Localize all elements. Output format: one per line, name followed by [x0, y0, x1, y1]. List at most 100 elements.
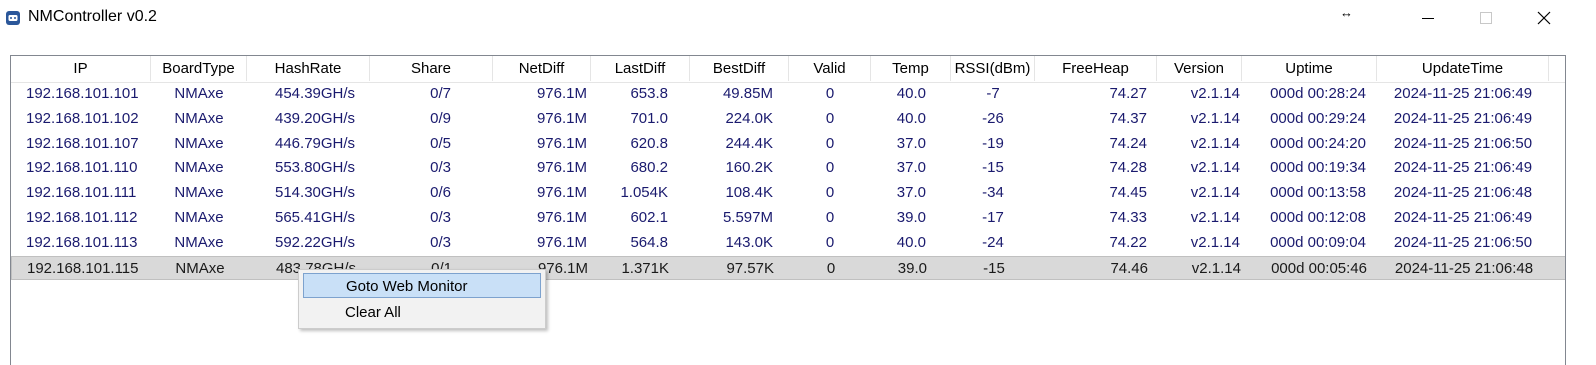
cell-version: v2.1.14: [1190, 184, 1240, 202]
cell-board-type: NMAxe: [174, 85, 224, 102]
cell-temp: 37.0: [896, 184, 926, 202]
title-bar: NMController v0.2 ↔: [0, 0, 1596, 36]
cell-valid: 0: [825, 85, 835, 102]
column-header-free-heap[interactable]: FreeHeap: [1035, 56, 1157, 81]
cell-hash-rate: 446.79GH/s: [275, 134, 356, 152]
cell-update-time: 2024-11-25 21:06:49: [1393, 209, 1533, 226]
cell-temp: 40.0: [896, 109, 926, 127]
cell-rssi: -24: [982, 233, 1004, 251]
cell-best-diff: 49.85M: [722, 85, 773, 102]
cell-valid: 0: [825, 184, 835, 202]
column-header-version[interactable]: Version: [1157, 56, 1242, 81]
cell-temp: 40.0: [896, 233, 926, 251]
cell-update-time: 2024-11-25 21:06:49: [1393, 85, 1533, 102]
cell-update-time: 2024-11-25 21:06:50: [1393, 134, 1533, 152]
cell-best-diff: 224.0K: [725, 109, 773, 127]
cell-valid: 0: [825, 233, 835, 251]
cell-rssi: -19: [982, 134, 1004, 152]
cell-board-type: NMAxe: [174, 209, 224, 226]
cell-update-time: 2024-11-25 21:06:48: [1394, 259, 1534, 277]
cell-hash-rate: 514.30GH/s: [275, 184, 356, 202]
cell-version: v2.1.14: [1190, 209, 1240, 226]
column-header-best-diff[interactable]: BestDiff: [690, 56, 789, 81]
table-row[interactable]: 192.168.101.107 NMAxe 446.79GH/s 0/5 976.1M 6…: [11, 132, 1565, 156]
cell-board-type: NMAxe: [174, 159, 224, 177]
table-row[interactable]: 192.168.101.115NMAxe483.78GH/s0/1976.1M1…: [11, 255, 1565, 280]
cell-version: v2.1.14: [1190, 109, 1240, 127]
device-list-view[interactable]: IP BoardType HashRate Share NetDiff LastDiff B…: [10, 55, 1566, 365]
cell-best-diff: 108.4K: [725, 184, 773, 202]
cell-rssi: -26: [982, 109, 1004, 127]
column-header-rssi[interactable]: RSSI(dBm): [951, 56, 1035, 81]
cell-temp: 37.0: [896, 159, 926, 177]
app-icon: [5, 10, 21, 26]
cell-version: v2.1.14: [1191, 259, 1241, 277]
resize-cursor-icon: ↔: [1340, 5, 1353, 20]
cell-update-time: 2024-11-25 21:06:49: [1393, 159, 1533, 177]
cell-ip: 192.168.101.115: [27, 259, 139, 277]
cell-net-diff: 976.1M: [536, 85, 587, 102]
cell-share: 0/5: [430, 134, 451, 152]
cell-free-heap: 74.33: [1109, 209, 1147, 226]
cell-temp: 40.0: [896, 85, 926, 102]
table-header: IP BoardType HashRate Share NetDiff LastDiff B…: [11, 56, 1565, 83]
column-header-ip[interactable]: IP: [11, 56, 151, 81]
cell-uptime: 000d 00:12:08: [1270, 209, 1366, 226]
cell-free-heap: 74.46: [1110, 259, 1148, 277]
cell-update-time: 2024-11-25 21:06:48: [1393, 184, 1533, 202]
close-icon: [1537, 11, 1551, 25]
cell-valid: 0: [825, 159, 835, 177]
cell-last-diff: 1.371K: [621, 259, 669, 277]
cell-uptime: 000d 00:13:58: [1270, 184, 1366, 202]
cell-ip: 192.168.101.102: [26, 109, 139, 127]
cell-version: v2.1.14: [1190, 85, 1240, 102]
cell-net-diff: 976.1M: [536, 209, 587, 226]
menu-item-clear-all[interactable]: Clear All: [303, 300, 541, 325]
column-header-net-diff[interactable]: NetDiff: [493, 56, 591, 81]
cell-free-heap: 74.27: [1109, 85, 1147, 102]
cell-share: 0/3: [430, 233, 451, 251]
close-button[interactable]: [1515, 0, 1573, 36]
column-header-last-diff[interactable]: LastDiff: [591, 56, 690, 81]
cell-hash-rate: 592.22GH/s: [275, 233, 356, 251]
cell-version: v2.1.14: [1190, 159, 1240, 177]
column-header-uptime[interactable]: Uptime: [1242, 56, 1377, 81]
cell-best-diff: 244.4K: [725, 134, 773, 152]
cell-valid: 0: [825, 109, 835, 127]
menu-item-goto-web-monitor[interactable]: Goto Web Monitor: [303, 273, 541, 298]
column-header-share[interactable]: Share: [370, 56, 493, 81]
column-header-board-type[interactable]: BoardType: [151, 56, 247, 81]
table-row[interactable]: 192.168.101.101 NMAxe 454.39GH/s 0/7 976.1M 6…: [11, 82, 1565, 106]
cell-share: 0/3: [430, 159, 451, 177]
cell-board-type: NMAxe: [175, 259, 225, 277]
cell-net-diff: 976.1M: [536, 184, 587, 202]
column-header-valid[interactable]: Valid: [789, 56, 871, 81]
table-row[interactable]: 192.168.101.112 NMAxe 565.41GH/s 0/3 976.1M 6…: [11, 206, 1565, 230]
table-row[interactable]: 192.168.101.102 NMAxe 439.20GH/s 0/9 976.1M 7…: [11, 107, 1565, 131]
cell-ip: 192.168.101.107: [26, 134, 139, 152]
cell-net-diff: 976.1M: [536, 159, 587, 177]
column-header-update-time[interactable]: UpdateTime: [1377, 56, 1549, 81]
cell-ip: 192.168.101.113: [26, 233, 138, 251]
cell-ip: 192.168.101.112: [26, 209, 138, 226]
column-header-hash-rate[interactable]: HashRate: [247, 56, 370, 81]
table-row[interactable]: 192.168.101.113 NMAxe 592.22GH/s 0/3 976.1M 5…: [11, 231, 1565, 255]
cell-net-diff: 976.1M: [536, 134, 587, 152]
column-header-temp[interactable]: Temp: [871, 56, 951, 81]
cell-board-type: NMAxe: [174, 184, 224, 202]
cell-hash-rate: 454.39GH/s: [275, 85, 356, 102]
cell-last-diff: 564.8: [630, 233, 668, 251]
cell-hash-rate: 553.80GH/s: [275, 159, 356, 177]
table-row[interactable]: 192.168.101.111 NMAxe 514.30GH/s 0/6 976.1M 1…: [11, 181, 1565, 205]
cell-last-diff: 701.0: [630, 109, 668, 127]
cell-free-heap: 74.45: [1109, 184, 1147, 202]
maximize-button[interactable]: [1457, 0, 1515, 36]
minimize-icon: [1422, 18, 1434, 19]
cell-ip: 192.168.101.101: [26, 85, 139, 102]
minimize-button[interactable]: [1399, 0, 1457, 36]
table-row[interactable]: 192.168.101.110 NMAxe 553.80GH/s 0/3 976.1M 6…: [11, 156, 1565, 180]
cell-board-type: NMAxe: [174, 233, 224, 251]
cell-uptime: 000d 00:09:04: [1270, 233, 1366, 251]
cell-free-heap: 74.24: [1109, 134, 1147, 152]
cell-hash-rate: 439.20GH/s: [275, 109, 356, 127]
